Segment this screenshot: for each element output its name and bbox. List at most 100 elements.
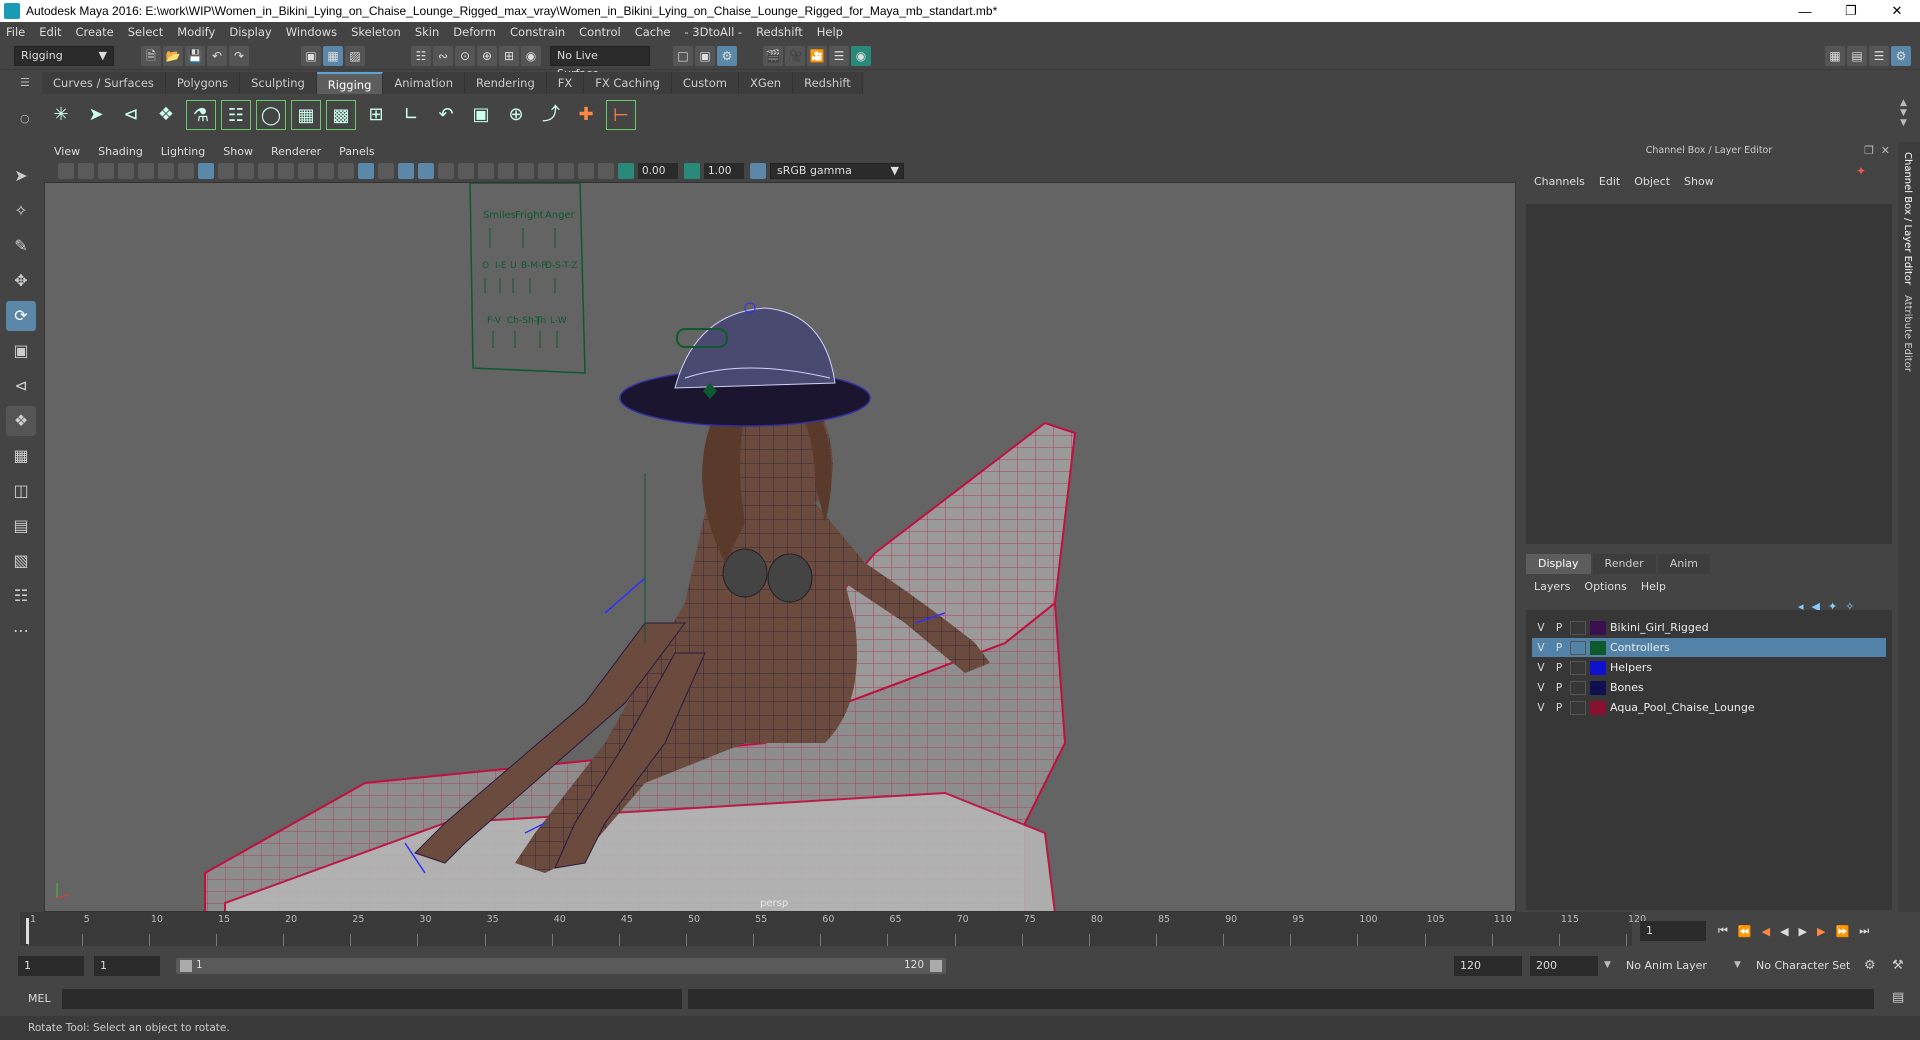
- cb-menu-show[interactable]: Show: [1684, 175, 1714, 188]
- layout-four-view-icon[interactable]: ▦: [6, 441, 36, 471]
- scale-constraint-icon[interactable]: ▣: [466, 100, 496, 130]
- character-set-dropdown[interactable]: No Character Set: [1750, 956, 1868, 976]
- go-to-start-icon[interactable]: ⏮: [1718, 924, 1728, 938]
- shelf-tab-fx[interactable]: FX: [546, 72, 585, 94]
- layer-color-swatch[interactable]: [1590, 660, 1606, 675]
- layer-display-type[interactable]: [1570, 660, 1586, 675]
- script-editor-icon[interactable]: ▤: [1892, 990, 1904, 1005]
- film-gate-icon[interactable]: [218, 163, 234, 179]
- close-button[interactable]: ✕: [1874, 0, 1920, 22]
- use-all-lights-icon[interactable]: [438, 163, 454, 179]
- shelf-tab-animation[interactable]: Animation: [383, 72, 466, 94]
- tab-display[interactable]: Display: [1526, 554, 1591, 574]
- layer-row[interactable]: V P Controllers: [1532, 638, 1886, 657]
- shelf-tab-curves-surfaces[interactable]: Curves / Surfaces: [42, 72, 166, 94]
- panel-menu-renderer[interactable]: Renderer: [271, 145, 321, 158]
- undo-icon[interactable]: ↶: [207, 46, 227, 66]
- ik-handle-icon[interactable]: ⚗: [186, 100, 216, 130]
- menu-redshift[interactable]: Redshift: [756, 25, 803, 39]
- image-plane-icon[interactable]: [118, 163, 134, 179]
- anim-layer-dropdown[interactable]: No Anim Layer: [1620, 956, 1738, 976]
- xray-active-icon[interactable]: [598, 163, 614, 179]
- panel-menu-view[interactable]: View: [54, 145, 80, 158]
- bind-skin-icon[interactable]: ☷: [221, 100, 251, 130]
- step-forward-key-icon[interactable]: ⏩: [1835, 925, 1849, 938]
- rotate-tool-icon[interactable]: ⟳: [6, 301, 36, 331]
- play-backwards-icon[interactable]: ◀: [1780, 925, 1788, 938]
- animation-preferences-icon[interactable]: ⚒: [1892, 958, 1904, 973]
- layer-menu-layers[interactable]: Layers: [1534, 580, 1570, 593]
- move-tool-icon[interactable]: ✥: [6, 266, 36, 296]
- shelf-options-icon[interactable]: ○: [20, 112, 30, 125]
- shelf-tab-rigging[interactable]: Rigging: [316, 72, 384, 94]
- play-forwards-icon[interactable]: ▶: [1799, 925, 1807, 938]
- bookmark-icon[interactable]: [98, 163, 114, 179]
- layout-script-icon[interactable]: ☷: [6, 581, 36, 611]
- camera-select-icon[interactable]: [58, 163, 74, 179]
- float-panel-icon[interactable]: ❐: [1864, 144, 1874, 157]
- panel-menu-lighting[interactable]: Lighting: [161, 145, 205, 158]
- step-back-key-icon[interactable]: ⏪: [1738, 925, 1752, 938]
- layer-menu-help[interactable]: Help: [1641, 580, 1666, 593]
- layout-outliner-icon[interactable]: ▤: [6, 511, 36, 541]
- menu-display[interactable]: Display: [229, 25, 271, 39]
- isolate-select-icon[interactable]: [558, 163, 574, 179]
- layer-display-type[interactable]: [1570, 680, 1586, 695]
- cluster-icon[interactable]: ▩: [326, 100, 356, 130]
- shadows-icon[interactable]: [458, 163, 474, 179]
- lasso-tool-icon[interactable]: ✧: [6, 196, 36, 226]
- menu-skeleton[interactable]: Skeleton: [351, 25, 401, 39]
- menu-file[interactable]: File: [6, 25, 25, 39]
- mirror-joint-icon[interactable]: ⊲: [116, 100, 146, 130]
- side-tab-attribute-editor[interactable]: Attribute Editor: [1902, 295, 1913, 372]
- mel-command-input[interactable]: [62, 989, 682, 1009]
- snap-projected-icon[interactable]: ⊕: [477, 46, 497, 66]
- xray-icon[interactable]: [418, 163, 434, 179]
- soft-select-icon[interactable]: ❖: [6, 406, 36, 436]
- shelf-tab-redshift[interactable]: Redshift: [793, 72, 863, 94]
- layer-color-swatch[interactable]: [1590, 680, 1606, 695]
- ambient-occlusion-icon[interactable]: [478, 163, 494, 179]
- joint-tool-icon[interactable]: ✳: [46, 100, 76, 130]
- perspective-viewport[interactable]: Smiles Fright Anger O I-E U B-M-P D-S-T-…: [44, 182, 1516, 912]
- attribute-editor-toggle-icon[interactable]: ▤: [1847, 46, 1867, 66]
- orient-joint-icon[interactable]: ❖: [151, 100, 181, 130]
- ipr-render-icon[interactable]: 🎦: [807, 46, 827, 66]
- open-scene-icon[interactable]: 📂: [163, 46, 183, 66]
- wireframe-icon[interactable]: [338, 163, 354, 179]
- layer-visibility-toggle[interactable]: V: [1532, 642, 1550, 654]
- safe-action-icon[interactable]: [298, 163, 314, 179]
- menu-control[interactable]: Control: [579, 25, 621, 39]
- motion-blur-icon[interactable]: [498, 163, 514, 179]
- step-back-frame-icon[interactable]: ◀: [1762, 925, 1770, 938]
- anti-aliasing-icon[interactable]: [518, 163, 534, 179]
- layer-visibility-toggle[interactable]: V: [1532, 622, 1550, 634]
- pole-vector-icon[interactable]: ⤴: [536, 100, 566, 130]
- parent-constraint-icon[interactable]: ⊞: [361, 100, 391, 130]
- menu-constrain[interactable]: Constrain: [510, 25, 565, 39]
- range-end-handle[interactable]: [930, 960, 942, 972]
- close-panel-icon[interactable]: ✕: [1881, 144, 1890, 157]
- safe-title-icon[interactable]: [318, 163, 334, 179]
- render-settings-icon[interactable]: ☰: [829, 46, 849, 66]
- locator-icon[interactable]: ✚: [571, 100, 601, 130]
- xray-joints-icon[interactable]: [578, 163, 594, 179]
- last-tool-icon[interactable]: ⊲: [6, 371, 36, 401]
- new-scene-icon[interactable]: 🗎: [141, 46, 161, 66]
- shelf-tab-rendering[interactable]: Rendering: [465, 72, 547, 94]
- gamma-icon[interactable]: [684, 163, 700, 179]
- menu-edit[interactable]: Edit: [39, 25, 61, 39]
- color-management-icon[interactable]: [750, 163, 766, 179]
- auto-key-icon[interactable]: ⚙: [1864, 958, 1876, 973]
- exposure-icon[interactable]: [618, 163, 634, 179]
- insert-joint-icon[interactable]: ➤: [81, 100, 111, 130]
- paint-select-icon[interactable]: ✎: [6, 231, 36, 261]
- layer-playback-toggle[interactable]: P: [1550, 702, 1568, 714]
- cb-menu-channels[interactable]: Channels: [1534, 175, 1585, 188]
- construction-history-icon[interactable]: ⚙: [717, 46, 737, 66]
- layout-more-icon[interactable]: ⋯: [6, 616, 36, 646]
- snap-point-icon[interactable]: ⊙: [455, 46, 475, 66]
- layer-visibility-toggle[interactable]: V: [1532, 682, 1550, 694]
- panel-menu-panels[interactable]: Panels: [339, 145, 374, 158]
- layer-row[interactable]: V P Bikini_Girl_Rigged: [1532, 618, 1886, 637]
